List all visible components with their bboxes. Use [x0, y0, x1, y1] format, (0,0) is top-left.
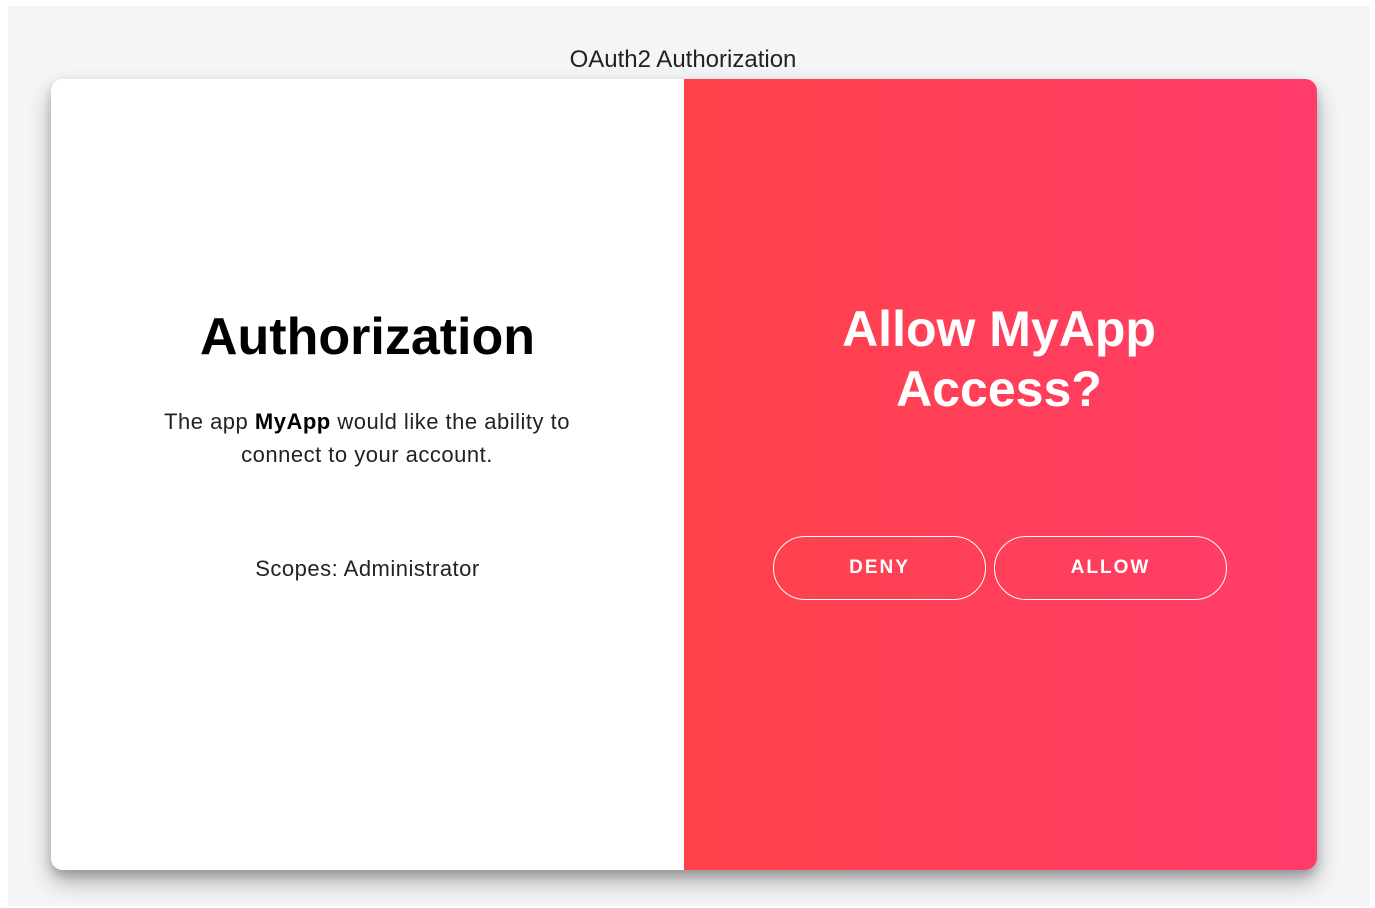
app-name: MyApp: [254, 409, 331, 434]
authorization-heading: Authorization: [199, 308, 536, 366]
consent-panel: Allow MyApp Access? DENY ALLOW: [684, 79, 1317, 870]
allow-button[interactable]: ALLOW: [994, 536, 1227, 600]
info-panel: Authorization The app MyApp would like t…: [51, 79, 684, 870]
consent-heading: Allow MyApp Access?: [842, 301, 1156, 417]
page-title: OAuth2 Authorization: [569, 46, 797, 73]
page-background: OAuth2 Authorization Authorization The a…: [8, 6, 1370, 906]
authorization-description: The app MyApp would like the ability to …: [137, 405, 597, 471]
deny-button[interactable]: DENY: [773, 536, 986, 600]
authorization-card: Authorization The app MyApp would like t…: [51, 79, 1317, 870]
scopes-text: Scopes: Administrator: [255, 556, 480, 581]
description-prefix: The app: [164, 409, 255, 434]
